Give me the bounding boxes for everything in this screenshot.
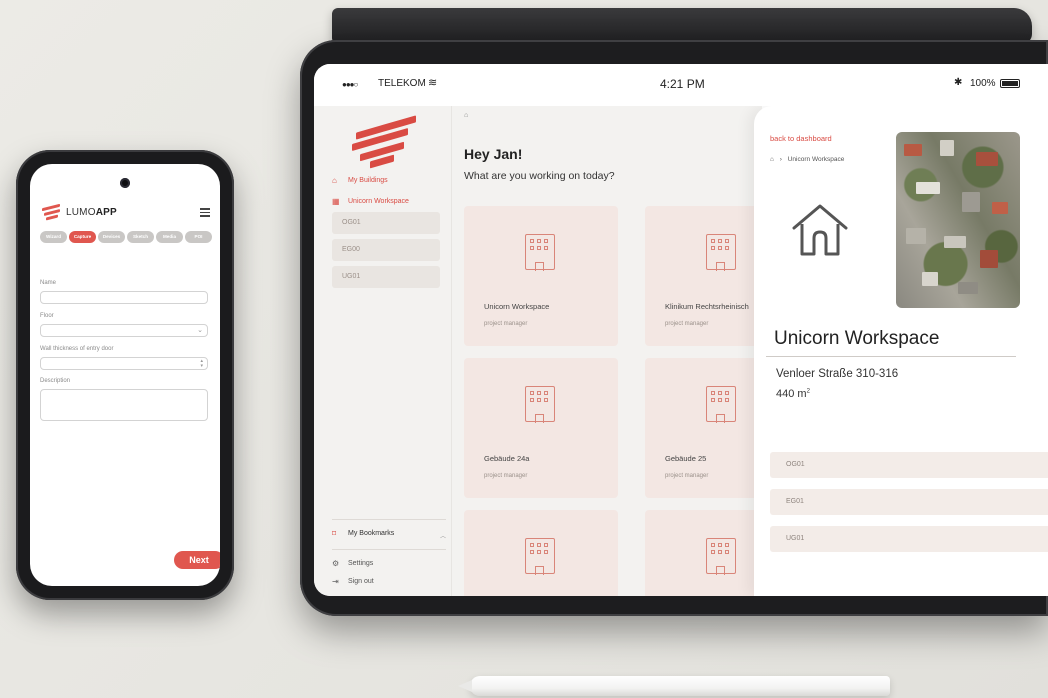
wall-thickness-stepper[interactable]: ▴ ▾ xyxy=(40,357,208,370)
building-icon xyxy=(706,234,736,271)
lumo-logo-icon xyxy=(352,115,416,169)
building-address: Venloer Straße 310-316 xyxy=(776,368,899,380)
chevron-right-icon: › xyxy=(779,156,782,163)
floor-label: Floor xyxy=(40,313,54,319)
sidebar-floor-ug01[interactable]: UG01 xyxy=(332,266,440,288)
name-label: Name xyxy=(40,280,57,286)
phone-device: LUMOAPP Wizard Capture Devices Sketch Me… xyxy=(16,150,234,600)
building-card[interactable]: Unicorn Workspace project manager xyxy=(464,206,618,346)
tablet-screen: ●●●○ TELEKOM ≋ 4:21 PM ✱ 100% ⌂ My Build… xyxy=(314,64,1048,596)
tablet-device: ●●●○ TELEKOM ≋ 4:21 PM ✱ 100% ⌂ My Build… xyxy=(300,40,1048,616)
gear-icon: ⚙ xyxy=(332,559,340,568)
sidebar-item-sign-out[interactable]: Sign out xyxy=(348,578,374,585)
breadcrumb-item[interactable]: Unicorn Workspace xyxy=(788,156,845,163)
sidebar-item-unicorn-workspace[interactable]: Unicorn Workspace xyxy=(348,198,409,205)
sidebar-item-bookmarks[interactable]: My Bookmarks xyxy=(348,530,394,537)
card-role: project manager xyxy=(665,473,709,479)
sidebar-floor-og01[interactable]: OG01 xyxy=(332,212,440,234)
greeting: Hey Jan! xyxy=(464,146,523,162)
bookmark-icon: ⌑ xyxy=(332,529,337,538)
battery-icon xyxy=(1000,79,1020,88)
home-icon[interactable]: ⌂ xyxy=(770,156,774,163)
house-icon xyxy=(792,204,848,256)
building-area: 440 m2 xyxy=(776,388,810,400)
wifi-icon: ≋ xyxy=(428,77,438,89)
tab-sketch[interactable]: Sketch xyxy=(127,231,154,243)
detail-floor-eg01[interactable]: EG01 xyxy=(770,489,1048,515)
building-icon xyxy=(706,386,736,423)
sidebar-item-my-buildings[interactable]: My Buildings xyxy=(348,177,388,184)
home-icon: ⌂ xyxy=(332,176,337,185)
status-time: 4:21 PM xyxy=(660,77,705,91)
detail-floor-og01[interactable]: OG01 xyxy=(770,452,1048,478)
building-icon xyxy=(525,386,555,423)
tab-media[interactable]: Media xyxy=(156,231,183,243)
wall-thickness-label: Wall thickness of entry door xyxy=(40,346,114,352)
building-icon: ▦ xyxy=(332,197,340,206)
tab-poi[interactable]: POI xyxy=(185,231,212,243)
tab-wizard[interactable]: Wizard xyxy=(40,231,67,243)
camera-icon xyxy=(120,178,130,188)
building-detail-panel: back to dashboard ⌂ › Unicorn Workspace xyxy=(754,106,1048,596)
bluetooth-icon: ✱ xyxy=(954,77,963,88)
tab-capture[interactable]: Capture xyxy=(69,231,96,243)
floor-select[interactable]: ⌄ xyxy=(40,324,208,337)
sign-out-icon: ⇥ xyxy=(332,577,339,586)
sidebar-item-settings[interactable]: Settings xyxy=(348,560,373,567)
phone-tabs: Wizard Capture Devices Sketch Media POI xyxy=(40,231,212,243)
stepper-arrows-icon: ▴ ▾ xyxy=(200,358,203,369)
detail-floor-ug01[interactable]: UG01 xyxy=(770,526,1048,552)
signal-icon: ●●●○ xyxy=(342,80,358,89)
subheading: What are you working on today? xyxy=(464,170,615,182)
sidebar-floor-eg00[interactable]: EG00 xyxy=(332,239,440,261)
phone-header: LUMOAPP xyxy=(42,203,212,222)
building-icon xyxy=(706,538,736,575)
card-role: project manager xyxy=(665,321,709,327)
title-divider xyxy=(766,356,1016,357)
dashboard-main: ⌂ Hey Jan! What are you working on today… xyxy=(452,106,799,596)
sidebar-divider xyxy=(332,519,446,520)
card-title: Gebäude 24a xyxy=(484,454,530,463)
next-button[interactable]: Next xyxy=(174,551,220,569)
building-card[interactable]: Gebäude 24a project manager xyxy=(464,358,618,498)
tablet-cover xyxy=(332,8,1032,44)
description-label: Description xyxy=(40,378,71,384)
card-title: Unicorn Workspace xyxy=(484,302,550,311)
home-icon[interactable]: ⌂ xyxy=(464,112,468,119)
building-title: Unicorn Workspace xyxy=(774,328,940,349)
menu-icon[interactable] xyxy=(200,208,210,217)
tab-devices[interactable]: Devices xyxy=(98,231,125,243)
sidebar: ⌂ My Buildings ▦ Unicorn Workspace OG01 … xyxy=(314,106,452,596)
building-icon xyxy=(525,234,555,271)
building-icon xyxy=(525,538,555,575)
building-card[interactable] xyxy=(464,510,618,596)
description-field[interactable] xyxy=(40,389,208,421)
back-to-dashboard-link[interactable]: back to dashboard xyxy=(770,134,832,143)
card-title: Klinikum Rechtsrheinisch xyxy=(665,302,749,311)
chevron-down-icon: ⌄ xyxy=(197,327,203,334)
chevron-up-icon[interactable]: ︿ xyxy=(440,531,446,540)
carrier-name: TELEKOM xyxy=(378,78,426,89)
card-title: Gebäude 25 xyxy=(665,454,707,463)
app-name: LUMOAPP xyxy=(66,207,117,218)
lumo-logo-icon xyxy=(42,203,62,221)
name-field[interactable] xyxy=(40,291,208,304)
breadcrumb: ⌂ › Unicorn Workspace xyxy=(770,156,844,163)
card-role: project manager xyxy=(484,473,528,479)
phone-screen: LUMOAPP Wizard Capture Devices Sketch Me… xyxy=(30,164,220,586)
card-role: project manager xyxy=(484,321,528,327)
sidebar-divider xyxy=(332,549,446,550)
status-bar: ●●●○ TELEKOM ≋ 4:21 PM ✱ 100% xyxy=(314,64,1048,106)
aerial-photo xyxy=(896,132,1020,308)
stylus-pencil xyxy=(470,676,890,696)
battery-percent: 100% xyxy=(970,78,996,89)
